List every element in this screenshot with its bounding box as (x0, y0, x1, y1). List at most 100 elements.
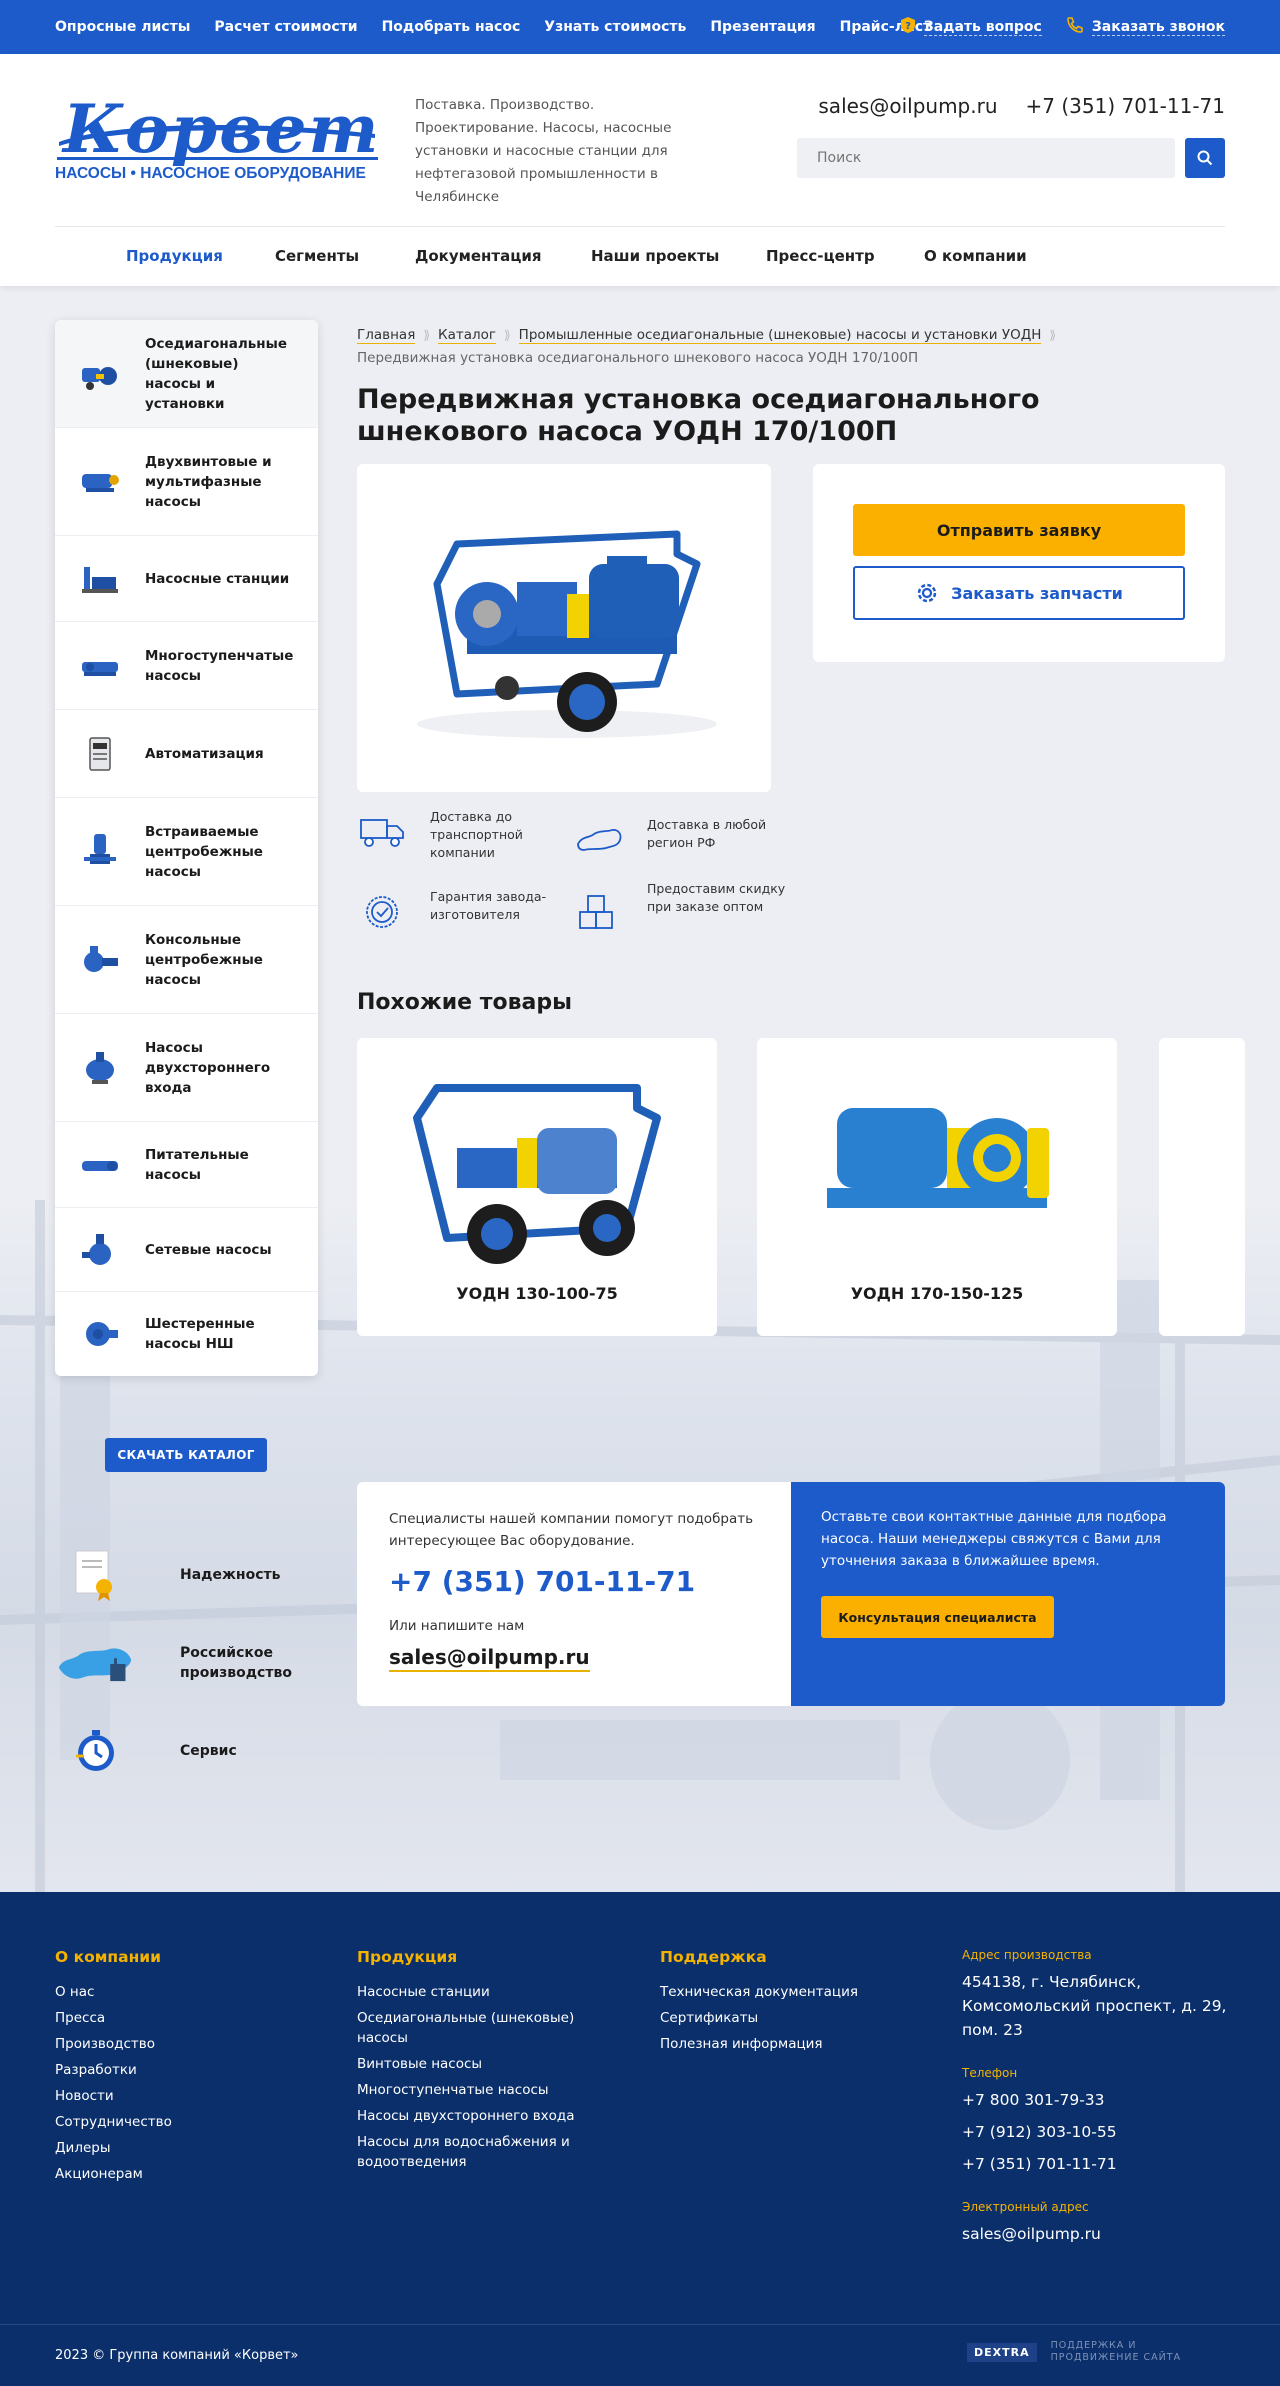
breadcrumb-separator-icon: ⟫ (423, 328, 430, 342)
footer-link[interactable]: Пресса (55, 2008, 172, 2028)
sidebar-item-diagonal-pumps[interactable]: Оседиагональные (шнековые) насосы и уста… (55, 320, 318, 428)
advantage-delivery-tc: Доставка до транспортной компании (357, 808, 567, 868)
similar-product-card[interactable]: УОДН 130-100-75 (357, 1038, 717, 1336)
twin-screw-pump-icon (77, 459, 123, 505)
breadcrumb-section[interactable]: Промышленные оседиагональные (шнековые) … (518, 327, 1042, 344)
footer-link[interactable]: Насосные станции (357, 1982, 627, 2002)
sidebar-item-console-centrifugal[interactable]: Консольные центробежные насосы (55, 906, 318, 1014)
similar-product-card-partial[interactable] (1159, 1038, 1245, 1336)
specialist-consultation-button[interactable]: Консультация специалиста (821, 1596, 1054, 1638)
send-request-button[interactable]: Отправить заявку (853, 504, 1185, 556)
feature-reliability: Надежность (55, 1540, 315, 1610)
nav-projects[interactable]: Наши проекты (591, 227, 719, 286)
top-link-cost-calc[interactable]: Расчет стоимости (214, 19, 357, 35)
gear-icon (917, 583, 937, 603)
top-link-presentation[interactable]: Презентация (710, 19, 815, 35)
nav-products[interactable]: Продукция (126, 227, 223, 286)
breadcrumb-separator-icon: ⟫ (1049, 328, 1057, 342)
consultation-block: Специалисты нашей компании помогут подоб… (357, 1482, 1225, 1706)
sidebar-item-double-suction[interactable]: Насосы двухстороннего входа (55, 1014, 318, 1122)
sidebar-item-network-pumps[interactable]: Сетевые насосы (55, 1208, 318, 1292)
callback-label: Заказать звонок (1091, 18, 1225, 36)
sidebar-item-automation[interactable]: Автоматизация (55, 710, 318, 798)
footer-products-column: Продукция Насосные станции Оседиагональн… (357, 1948, 627, 2178)
email-label: Электронный адрес (962, 2200, 1089, 2214)
site-header: Корвет НАСОСЫ • НАСОСНОЕ ОБОРУДОВАНИЕ По… (0, 54, 1280, 286)
sidebar-item-label: Шестеренные насосы НШ (145, 1316, 255, 1352)
boxes-icon (574, 890, 624, 930)
footer-column-title: Поддержка (660, 1948, 767, 1966)
breadcrumb-catalog[interactable]: Каталог (438, 327, 496, 344)
top-link-select-pump[interactable]: Подобрать насос (382, 19, 521, 35)
callback-link[interactable]: Заказать звонок (1066, 16, 1225, 38)
consultation-email[interactable]: sales@oilpump.ru (389, 1644, 590, 1672)
warranty-badge-icon (357, 892, 407, 932)
top-link-get-price[interactable]: Узнать стоимость (544, 19, 686, 35)
footer-link[interactable]: Винтовые насосы (357, 2054, 627, 2074)
footer-link[interactable]: Акционерам (55, 2164, 172, 2184)
footer-link[interactable]: Полезная информация (660, 2034, 858, 2054)
gear-pump-icon (77, 1311, 123, 1357)
developer-credit[interactable]: DEXTRA ПОДДЕРЖКА И ПРОДВИЖЕНИЕ САЙТА (967, 2340, 1186, 2364)
similar-products-heading: Похожие товары (357, 990, 572, 1015)
footer-link[interactable]: Сотрудничество (55, 2112, 172, 2132)
product-photo[interactable] (357, 464, 771, 792)
footer-email[interactable]: sales@oilpump.ru (962, 2222, 1242, 2246)
feature-service: Сервис (55, 1716, 315, 1786)
ask-question-label: Задать вопрос (923, 18, 1042, 36)
order-parts-button[interactable]: Заказать запчасти (853, 566, 1185, 620)
nav-segments[interactable]: Сегменты (275, 227, 359, 286)
advantage-warranty: Гарантия завода-изготовителя (357, 888, 567, 948)
sidebar-item-inline-centrifugal[interactable]: Встраиваемые центробежные насосы (55, 798, 318, 906)
footer-link[interactable]: Производство (55, 2034, 172, 2054)
search-button[interactable] (1185, 138, 1225, 178)
consultation-phone[interactable]: +7 (351) 701-11-71 (389, 1564, 769, 1600)
footer-link[interactable]: Новости (55, 2086, 172, 2106)
sidebar-item-feed-pumps[interactable]: Питательные насосы (55, 1122, 318, 1208)
sidebar-item-label: Сетевые насосы (145, 1241, 272, 1258)
footer-link[interactable]: Многоступенчатые насосы (357, 2080, 627, 2100)
advantage-wholesale-discount: Предоставим скидку при заказе оптом (574, 880, 785, 940)
sidebar-item-label: Насосные станции (145, 570, 290, 587)
footer-phone[interactable]: +7 (351) 701-11-71 (962, 2152, 1242, 2176)
phone-label: Телефон (962, 2066, 1018, 2080)
footer-link[interactable]: Разработки (55, 2060, 172, 2080)
footer-link[interactable]: Насосы для водоснабжения и водоотведения (357, 2132, 627, 2172)
sidebar-item-pump-stations[interactable]: Насосные станции (55, 536, 318, 622)
sidebar-item-gear-pumps[interactable]: Шестеренные насосы НШ (55, 1292, 318, 1376)
footer-phone[interactable]: +7 800 301-79-33 (962, 2088, 1242, 2112)
footer-link[interactable]: Техническая документация (660, 1982, 858, 2002)
footer-link[interactable]: Дилеры (55, 2138, 172, 2158)
network-pump-icon (77, 1227, 123, 1273)
feature-russian-production: Российское производство (55, 1628, 315, 1698)
footer-link[interactable]: Насосы двухстороннего входа (357, 2106, 627, 2126)
main-nav: Продукция Сегменты Документация Наши про… (55, 227, 1225, 286)
breadcrumb-home[interactable]: Главная (357, 327, 416, 344)
top-link-questionnaires[interactable]: Опросные листы (55, 19, 190, 35)
address-label: Адрес производства (962, 1948, 1092, 1962)
logo[interactable]: Корвет НАСОСЫ • НАСОСНОЕ ОБОРУДОВАНИЕ (55, 82, 380, 182)
ask-question-link[interactable]: ? Задать вопрос (900, 16, 1042, 38)
sidebar-item-twin-screw[interactable]: Двухвинтовые и мультифазные насосы (55, 428, 318, 536)
header-phone[interactable]: +7 (351) 701-11-71 (1026, 94, 1225, 118)
similar-product-card[interactable]: УОДН 170-150-125 (757, 1038, 1117, 1336)
nav-documentation[interactable]: Документация (415, 227, 542, 286)
footer-divider (0, 2324, 1280, 2325)
search-input[interactable] (797, 138, 1175, 178)
nav-press-center[interactable]: Пресс-центр (766, 227, 875, 286)
feature-label: Надежность (180, 1567, 281, 1583)
sidebar-item-multistage[interactable]: Многоступенчатые насосы (55, 622, 318, 710)
logo-subtitle: НАСОСЫ • НАСОСНОЕ ОБОРУДОВАНИЕ (55, 165, 366, 182)
double-suction-pump-icon (77, 1045, 123, 1091)
nav-about[interactable]: О компании (924, 227, 1027, 286)
footer-link[interactable]: Сертификаты (660, 2008, 858, 2028)
footer-link[interactable]: Оседиагональные (шнековые) насосы (357, 2008, 627, 2048)
header-email[interactable]: sales@oilpump.ru (818, 94, 997, 118)
footer-link[interactable]: О нас (55, 1982, 172, 2002)
product-name: УОДН 130-100-75 (456, 1284, 618, 1303)
diagonal-pump-icon (77, 351, 123, 397)
footer-phone[interactable]: +7 (912) 303-10-55 (962, 2120, 1242, 2144)
download-catalog-button[interactable]: СКАЧАТЬ КАТАЛОГ (105, 1438, 267, 1472)
sidebar-item-label: Многоступенчатые насосы (145, 647, 294, 684)
mobile-pump-unit-image (417, 530, 717, 738)
